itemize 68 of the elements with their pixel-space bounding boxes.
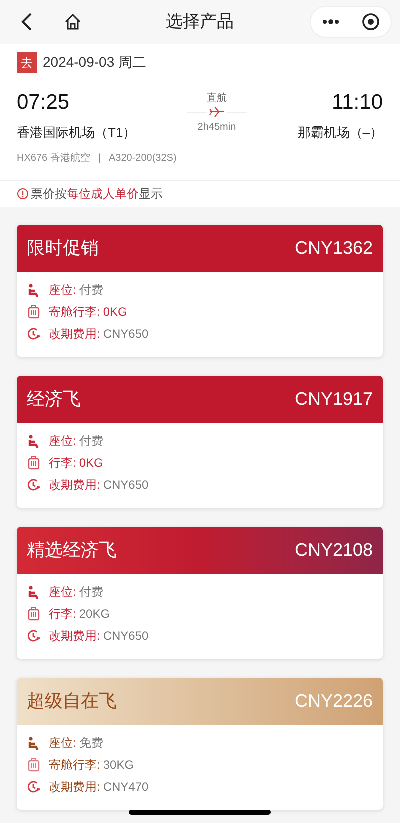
feature-value: CNY470 <box>103 779 149 796</box>
product-price: CNY1917 <box>294 388 373 410</box>
feature-label: 改期费用: <box>49 779 100 796</box>
clock-icon <box>27 327 41 341</box>
feature-label: 行李: <box>49 455 76 472</box>
product-name: 精选经济飞 <box>27 538 117 562</box>
seat-icon <box>28 586 40 598</box>
product-card[interactable]: 超级自在飞 CNY2226 座位: 免费 寄舱行李: 30KG 改期费用: CNY470 <box>17 678 383 810</box>
product-price: CNY2108 <box>294 538 373 562</box>
product-name: 超级自在飞 <box>27 690 117 712</box>
feature-value: 0KG <box>103 304 128 321</box>
info-icon <box>17 188 29 200</box>
arrive-airport: 那霸机场（–） <box>298 124 383 142</box>
page-title: 选择产品 <box>166 11 234 34</box>
direction-badge: 去 <box>17 52 37 73</box>
product-name: 经济飞 <box>27 388 81 410</box>
feature-value: 0KG <box>79 455 104 472</box>
depart-time: 07:25 <box>17 90 71 116</box>
feature-value: 付费 <box>79 433 104 450</box>
luggage-icon <box>28 456 40 470</box>
more-icon[interactable] <box>322 19 340 25</box>
clock-icon <box>27 478 41 492</box>
feature-value: 30KG <box>103 757 134 774</box>
flight-number: HX676 香港航空 <box>17 152 90 166</box>
product-name: 限时促销 <box>27 236 99 260</box>
feature-label: 寄舱行李: <box>49 304 100 321</box>
seat-icon <box>28 434 40 448</box>
product-card[interactable]: 限时促销 CNY1362 座位: 付费 寄舱行李: 0KG 改期费用: CNY650 <box>17 224 383 356</box>
seat-icon <box>28 284 40 296</box>
feature-value: CNY650 <box>103 477 149 494</box>
product-card[interactable]: 精选经济飞 CNY2108 座位: 付费 行李: 20KG 改期费用: CNY650 <box>17 526 383 658</box>
feature-value: 20KG <box>79 606 110 623</box>
home-icon[interactable] <box>64 13 82 31</box>
aircraft-type: A320-200(32S) <box>108 152 177 166</box>
clock-icon <box>27 629 41 643</box>
feature-value: 付费 <box>79 282 104 299</box>
feature-label: 改期费用: <box>49 326 100 343</box>
luggage-icon <box>28 758 40 772</box>
seat-icon <box>28 736 40 750</box>
feature-label: 改期费用: <box>49 628 100 645</box>
luggage-icon <box>28 607 40 621</box>
feature-label: 座位: <box>49 433 76 450</box>
depart-airport: 香港国际机场（T1） <box>17 124 136 142</box>
stop-type: 直航 <box>206 92 227 106</box>
feature-label: 行李: <box>49 606 76 623</box>
back-icon[interactable] <box>20 12 34 32</box>
arrive-time: 11:10 <box>332 90 383 116</box>
luggage-icon <box>28 305 40 319</box>
feature-label: 座位: <box>49 584 76 601</box>
feature-value: CNY650 <box>103 628 149 645</box>
product-price: CNY1362 <box>294 236 373 260</box>
separator: | <box>98 152 101 166</box>
feature-value: 付费 <box>79 584 104 601</box>
feature-value: CNY650 <box>103 326 149 343</box>
flight-date: 2024-09-03 周二 <box>43 53 147 72</box>
feature-label: 座位: <box>49 735 76 752</box>
price-notice: 票价按每位成人单价显示 <box>31 186 163 202</box>
product-price: CNY2226 <box>294 690 373 712</box>
feature-label: 寄舱行李: <box>49 757 100 774</box>
product-card[interactable]: 经济飞 CNY1917 座位: 付费 行李: 0KG 改期费用: CNY650 <box>17 376 383 508</box>
feature-label: 座位: <box>49 282 76 299</box>
close-icon[interactable] <box>362 13 380 31</box>
clock-icon <box>27 780 41 794</box>
plane-icon <box>208 106 225 118</box>
capsule-menu[interactable] <box>310 6 392 38</box>
feature-value: 免费 <box>79 735 104 752</box>
flight-duration: 2h45min <box>198 121 236 135</box>
feature-label: 改期费用: <box>49 477 100 494</box>
